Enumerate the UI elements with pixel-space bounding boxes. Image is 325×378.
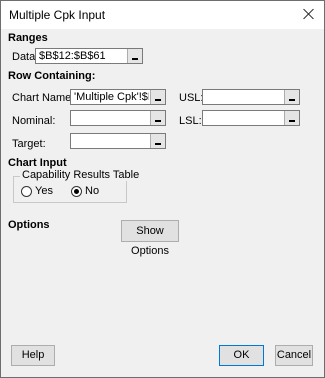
title-bar[interactable]: Multiple Cpk Input [1,1,324,29]
data-range-value: $B$12:$B$61 [39,50,106,62]
ref-icon [289,99,295,101]
dialog-window: Multiple Cpk Input Ranges Data $B$12:$B$… [0,0,325,378]
chart-names-ref-button[interactable] [150,90,165,104]
show-options-button[interactable]: Show Options [121,220,179,257]
yes-label: Yes [35,185,53,197]
target-field[interactable] [70,133,166,149]
close-icon[interactable] [302,7,316,21]
chart-names-value: 'Multiple Cpk'!$B$6 [74,91,149,103]
ok-button[interactable]: OK [219,345,264,366]
chart-input-heading: Chart Input [8,157,67,169]
nominal-label: Nominal: [12,115,56,127]
data-label: Data [12,51,36,63]
yes-radio[interactable] [21,186,32,197]
data-range-field[interactable]: $B$12:$B$61 [35,48,143,64]
help-button[interactable]: Help [11,345,55,366]
chart-names-field[interactable]: 'Multiple Cpk'!$B$6 [70,89,166,105]
no-label: No [85,185,100,197]
row-containing-heading: Row Containing: [8,70,96,82]
target-ref-button[interactable] [150,134,165,148]
cancel-button[interactable]: Cancel [275,345,313,366]
ref-icon [155,120,161,122]
data-range-ref-button[interactable] [127,49,142,63]
options-heading: Options [8,219,50,231]
capability-results-title: Capability Results Table [20,169,142,181]
lsl-ref-button[interactable] [284,111,299,125]
ref-icon [155,143,161,145]
nominal-ref-button[interactable] [150,111,165,125]
no-radio[interactable] [71,186,82,197]
lsl-label: LSL: [179,115,202,127]
usl-label: USL: [179,92,204,104]
window-title: Multiple Cpk Input [9,8,106,22]
ranges-heading: Ranges [8,32,48,44]
nominal-field[interactable] [70,110,166,126]
ref-icon [289,120,295,122]
lsl-field[interactable] [202,110,300,126]
target-label: Target: [12,138,46,150]
ref-icon [155,99,161,101]
usl-field[interactable] [202,89,300,105]
ref-icon [132,58,138,60]
usl-ref-button[interactable] [284,90,299,104]
